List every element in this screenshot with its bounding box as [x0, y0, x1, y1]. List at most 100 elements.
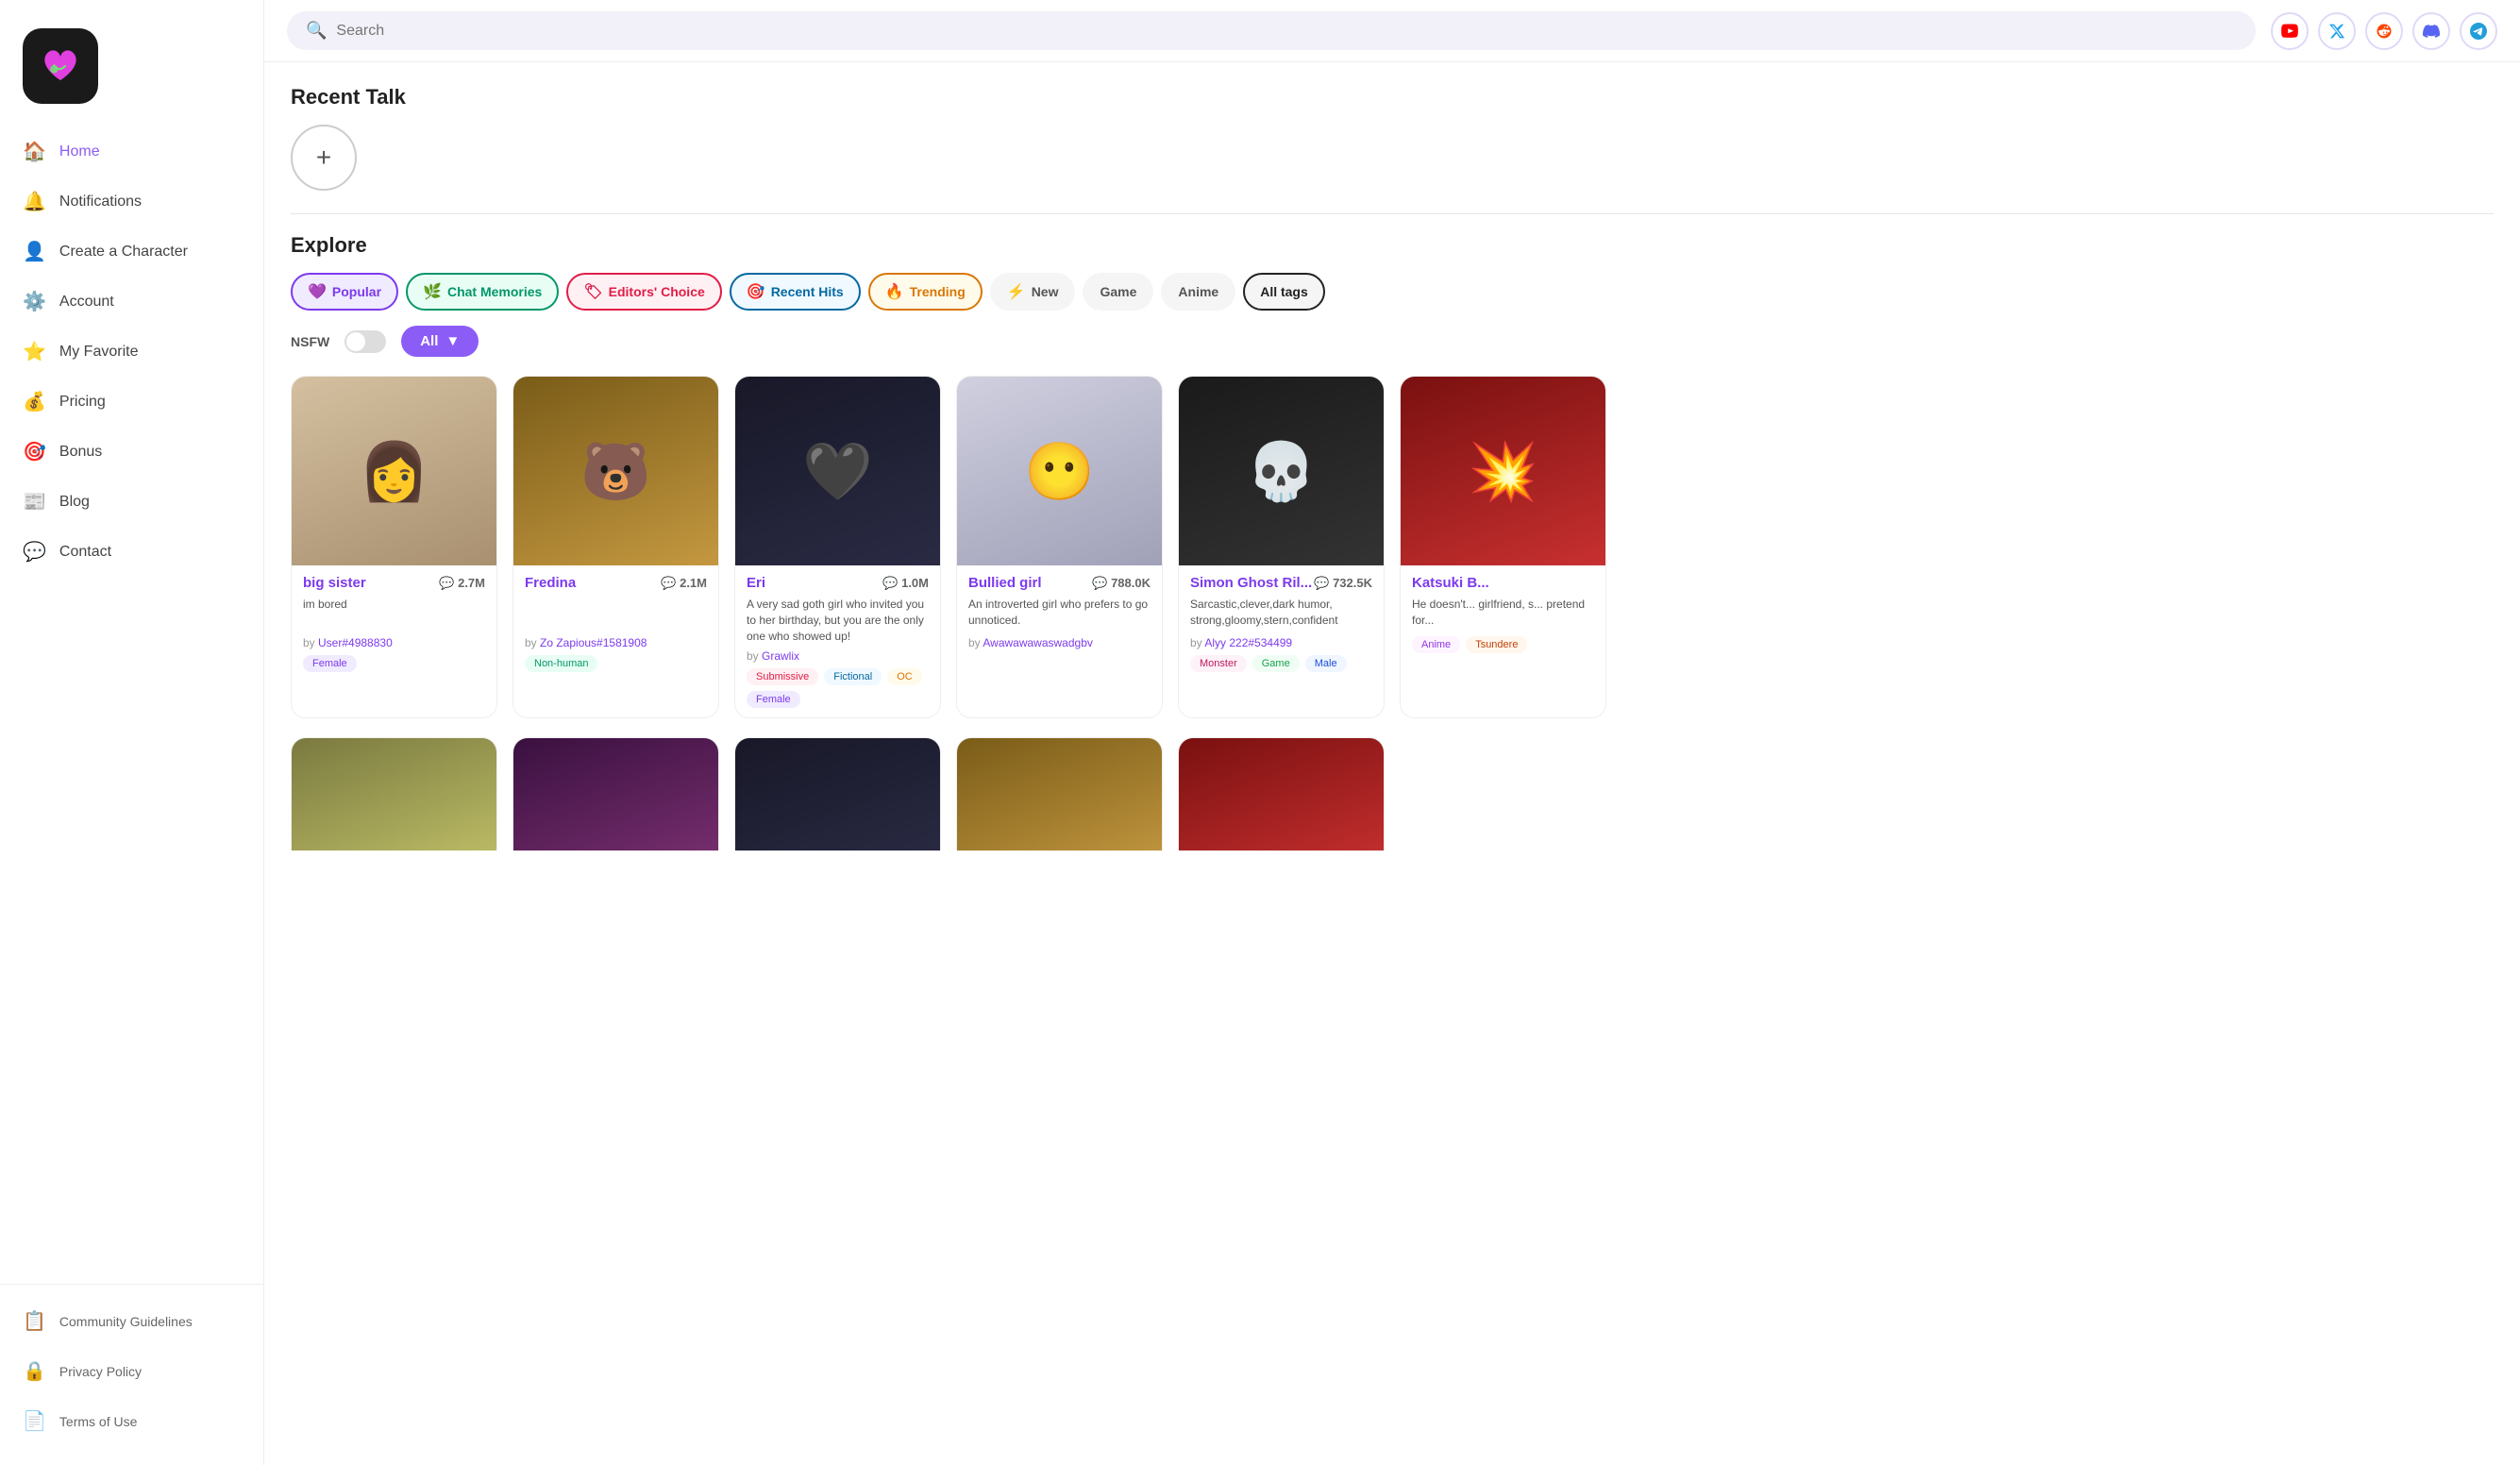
character-card-katsuki-b[interactable]: 💥 Katsuki B... He doesn't... girlfriend,…: [1400, 376, 1606, 718]
tab-game[interactable]: Game: [1083, 273, 1153, 311]
tab-trending[interactable]: 🔥 Trending: [868, 273, 983, 311]
character-image: 😶: [957, 377, 1162, 565]
character-tag: Anime: [1412, 636, 1460, 653]
guidelines-icon: 📋: [23, 1309, 46, 1333]
tab-editors-choice[interactable]: 🏷 Editors' Choice: [566, 273, 721, 311]
tab-all-tags[interactable]: All tags: [1243, 273, 1325, 311]
character-tag: Female: [303, 655, 357, 672]
bottom-card-4[interactable]: [1178, 737, 1385, 850]
sidebar-item-label: Privacy Policy: [59, 1364, 142, 1379]
character-name: Bullied girl 💬 788.0K: [968, 575, 1151, 591]
header: 🔍: [264, 0, 2520, 62]
character-author: by Awawawawaswadgbv: [968, 636, 1151, 649]
character-tag: Monster: [1190, 655, 1247, 672]
character-name: Katsuki B...: [1412, 575, 1594, 591]
sidebar-item-pricing[interactable]: 💰 Pricing: [0, 377, 263, 427]
tab-popular[interactable]: 💜 Popular: [291, 273, 398, 311]
contact-icon: 💬: [23, 540, 46, 564]
gear-icon: ⚙️: [23, 290, 46, 313]
character-tags: MonsterGameMale: [1190, 655, 1372, 672]
character-count: 💬 2.7M: [439, 576, 485, 591]
user-plus-icon: 👤: [23, 240, 46, 263]
youtube-button[interactable]: [2271, 12, 2309, 50]
sidebar-item-community-guidelines[interactable]: 📋 Community Guidelines: [0, 1296, 263, 1346]
logo-box: [23, 28, 98, 104]
discord-button[interactable]: [2412, 12, 2450, 50]
twitter-button[interactable]: [2318, 12, 2356, 50]
sidebar-item-home[interactable]: 🏠 Home: [0, 126, 263, 177]
trending-icon: 🔥: [885, 282, 904, 301]
tab-recent-hits[interactable]: 🎯 Recent Hits: [730, 273, 861, 311]
sidebar-item-privacy-policy[interactable]: 🔒 Privacy Policy: [0, 1346, 263, 1396]
bonus-icon: 🎯: [23, 440, 46, 463]
add-chat-button[interactable]: +: [291, 125, 357, 191]
tab-new[interactable]: ⚡ New: [990, 273, 1076, 311]
sidebar-item-label: Bonus: [59, 444, 102, 461]
character-info: Bullied girl 💬 788.0K An introverted gir…: [957, 565, 1162, 665]
character-tags: AnimeTsundere: [1412, 636, 1594, 653]
character-card-eri[interactable]: 🖤 Eri 💬 1.0M A very sad goth girl who in…: [734, 376, 941, 718]
sidebar-item-label: Community Guidelines: [59, 1314, 193, 1329]
telegram-button[interactable]: [2460, 12, 2497, 50]
logo-container: [0, 19, 263, 126]
recent-hits-icon: 🎯: [747, 282, 765, 301]
nav-menu: 🏠 Home 🔔 Notifications 👤 Create a Charac…: [0, 126, 263, 1284]
search-bar[interactable]: 🔍: [287, 11, 2256, 50]
bottom-cards-grid: [291, 737, 2494, 850]
character-count: 💬 788.0K: [1092, 576, 1151, 591]
character-image: 💥: [1401, 377, 1605, 565]
sidebar-item-label: Account: [59, 294, 114, 311]
tab-label: Game: [1100, 284, 1136, 299]
search-icon: 🔍: [306, 21, 327, 41]
character-info: Fredina 💬 2.1M by Zo Zapious#1581908 Non…: [513, 565, 718, 682]
tab-label: Trending: [910, 284, 966, 299]
character-name: Eri 💬 1.0M: [747, 575, 929, 591]
character-card-big-sister[interactable]: 👩 big sister 💬 2.7M im bored by User#498…: [291, 376, 497, 718]
blog-icon: 📰: [23, 490, 46, 514]
bottom-card-0[interactable]: [291, 737, 497, 850]
filter-dropdown-button[interactable]: All ▼: [401, 326, 479, 357]
character-info: Simon Ghost Ril... 💬 732.5K Sarcastic,cl…: [1179, 565, 1384, 682]
character-desc: Sarcastic,clever,dark humor, strong,gloo…: [1190, 597, 1372, 631]
bottom-card-2[interactable]: [734, 737, 941, 850]
nsfw-toggle[interactable]: [344, 330, 386, 353]
editors-icon: 🏷: [583, 282, 602, 301]
lock-icon: 🔒: [23, 1359, 46, 1383]
sidebar-item-contact[interactable]: 💬 Contact: [0, 527, 263, 577]
bottom-card-3[interactable]: [956, 737, 1163, 850]
character-image: 🐻: [513, 377, 718, 565]
sidebar-item-account[interactable]: ⚙️ Account: [0, 277, 263, 327]
bottom-card-1[interactable]: [512, 737, 719, 850]
character-image: [292, 738, 496, 850]
character-card-simon-ghost[interactable]: 💀 Simon Ghost Ril... 💬 732.5K Sarcastic,…: [1178, 376, 1385, 718]
search-input[interactable]: [336, 23, 2237, 40]
popular-icon: 💜: [308, 282, 327, 301]
sidebar-item-my-favorite[interactable]: ⭐ My Favorite: [0, 327, 263, 377]
sidebar-item-label: Terms of Use: [59, 1414, 137, 1429]
character-desc: An introverted girl who prefers to go un…: [968, 597, 1151, 631]
sidebar-item-blog[interactable]: 📰 Blog: [0, 477, 263, 527]
character-tag: Non-human: [525, 655, 597, 672]
tab-anime[interactable]: Anime: [1161, 273, 1235, 311]
character-image: [1179, 738, 1384, 850]
sidebar-item-bonus[interactable]: 🎯 Bonus: [0, 427, 263, 477]
chevron-down-icon: ▼: [445, 333, 460, 349]
tab-label: All tags: [1260, 284, 1308, 299]
reddit-button[interactable]: [2365, 12, 2403, 50]
sidebar-item-terms-of-use[interactable]: 📄 Terms of Use: [0, 1396, 263, 1446]
character-tag: Submissive: [747, 668, 818, 685]
character-author: by Alyy 222#534499: [1190, 636, 1372, 649]
character-card-fredina[interactable]: 🐻 Fredina 💬 2.1M by Zo Zapious#1581908 N…: [512, 376, 719, 718]
sidebar-item-notifications[interactable]: 🔔 Notifications: [0, 177, 263, 227]
sidebar-item-create-character[interactable]: 👤 Create a Character: [0, 227, 263, 277]
sidebar-item-label: Create a Character: [59, 244, 188, 261]
character-card-bullied-girl[interactable]: 😶 Bullied girl 💬 788.0K An introverted g…: [956, 376, 1163, 718]
character-desc: A very sad goth girl who invited you to …: [747, 597, 929, 644]
tab-chat-memories[interactable]: 🌿 Chat Memories: [406, 273, 559, 311]
terms-icon: 📄: [23, 1409, 46, 1433]
bell-icon: 🔔: [23, 190, 46, 213]
sidebar-item-label: Blog: [59, 494, 90, 511]
nsfw-label: NSFW: [291, 334, 329, 349]
recent-talk-title: Recent Talk: [291, 85, 2494, 109]
main-content: 🔍 Recent Talk +: [264, 0, 2520, 1465]
